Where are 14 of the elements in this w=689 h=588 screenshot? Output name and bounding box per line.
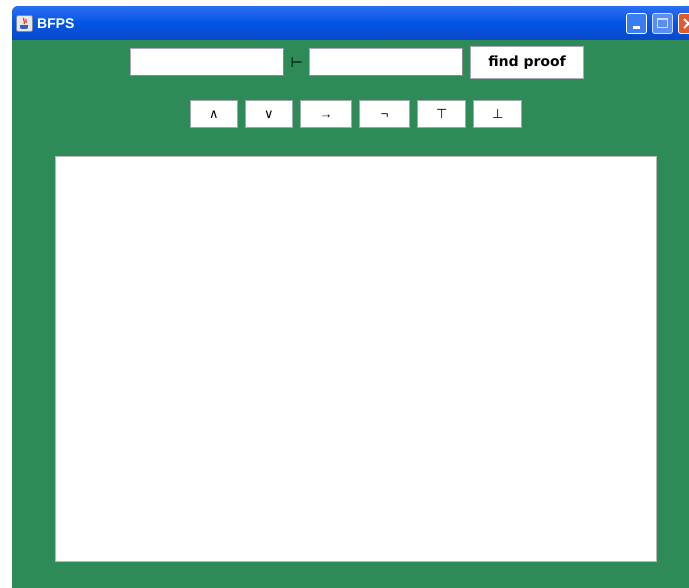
window-title: BFPS <box>37 14 74 32</box>
find-proof-button[interactable]: find proof <box>470 46 584 78</box>
minimize-button[interactable] <box>626 12 647 34</box>
symbol-button[interactable]: ¬ <box>359 100 410 128</box>
symbol-button[interactable]: ∨ <box>245 100 293 128</box>
coffee-cup-icon <box>16 14 33 32</box>
symbol-button[interactable]: → <box>300 100 352 128</box>
symbol-button[interactable]: ∧ <box>190 100 238 128</box>
conclusion-field[interactable] <box>309 48 463 76</box>
turnstile-symbol: ⊢ <box>290 52 304 72</box>
premises-field[interactable] <box>130 48 284 76</box>
symbol-button[interactable]: ⊥ <box>473 100 522 128</box>
maximize-button[interactable] <box>652 12 673 34</box>
symbol-button[interactable]: ⊤ <box>417 100 466 128</box>
